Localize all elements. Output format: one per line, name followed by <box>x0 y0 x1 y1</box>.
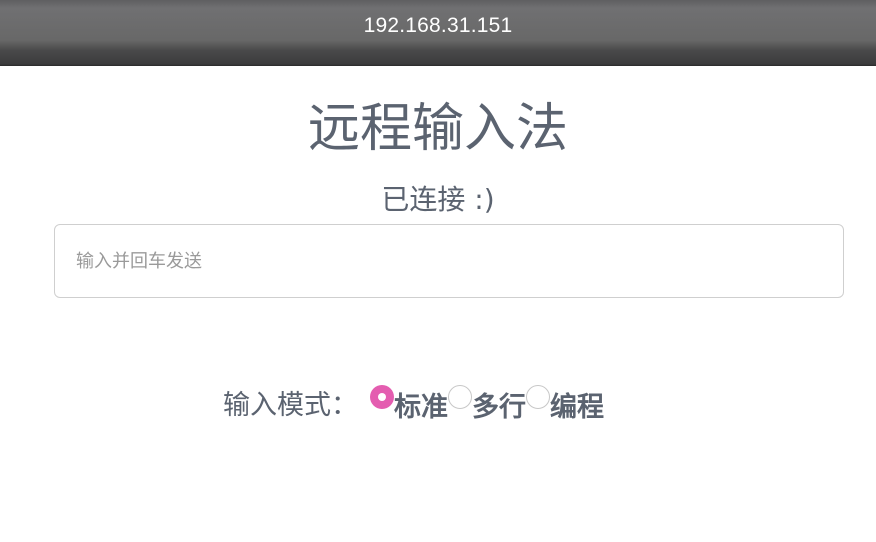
radio-multiline[interactable] <box>448 385 472 409</box>
connection-status: 已连接 :) <box>381 183 495 216</box>
radio-coding-label[interactable]: 编程 <box>550 386 604 430</box>
radio-multiline-label[interactable]: 多行 <box>472 386 526 430</box>
browser-titlebar: 192.168.31.151 <box>0 0 876 66</box>
radio-standard[interactable] <box>370 385 394 409</box>
input-mode-group: 输入模式： 标准 多行 编程 <box>223 384 604 428</box>
radio-coding[interactable] <box>526 385 550 409</box>
input-mode-label: 输入模式： <box>223 390 358 421</box>
message-input[interactable] <box>54 224 844 298</box>
page-title: 远程输入法 <box>307 99 568 159</box>
radio-standard-label[interactable]: 标准 <box>394 386 448 430</box>
address-text: 192.168.31.151 <box>363 14 513 37</box>
